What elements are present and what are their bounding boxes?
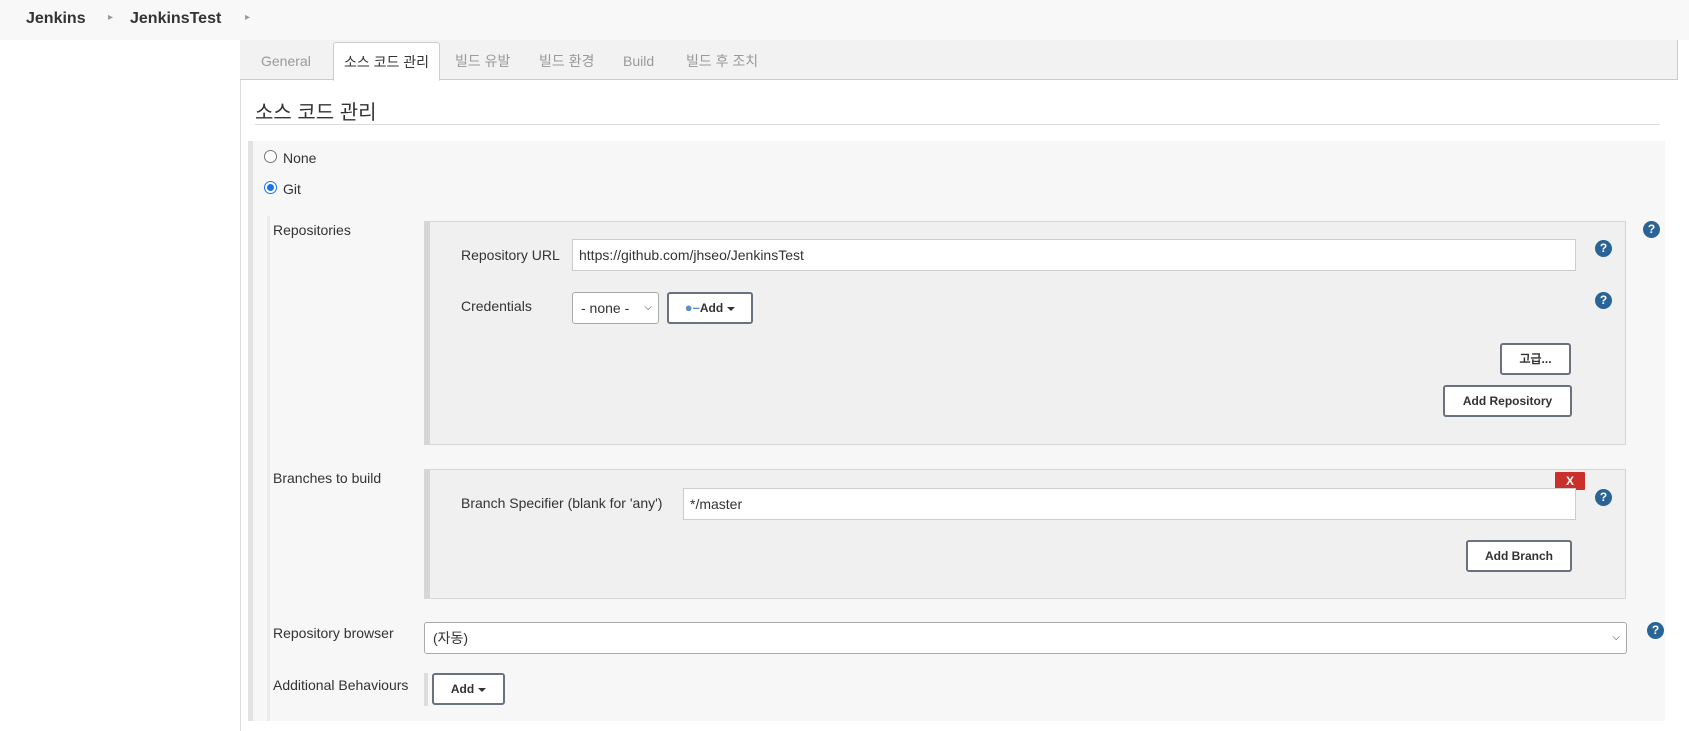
repositories-label: Repositories: [273, 222, 351, 238]
branches-label: Branches to build: [273, 470, 382, 486]
scm-git-radio[interactable]: [264, 181, 277, 194]
help-icon[interactable]: ?: [1595, 292, 1612, 309]
help-icon[interactable]: ?: [1595, 489, 1612, 506]
chevron-down-icon: ⌵: [1612, 632, 1620, 643]
repository-browser-value: (자동): [433, 630, 469, 646]
tab-general[interactable]: General: [251, 42, 321, 80]
behaviours-bar: [424, 673, 428, 706]
scm-none-radio[interactable]: [264, 150, 277, 163]
tab-build-triggers[interactable]: 빌드 유발: [445, 42, 520, 80]
additional-behaviours-label: Additional Behaviours: [273, 677, 409, 693]
scm-git-label[interactable]: Git: [283, 181, 301, 197]
behaviours-add-label: Add: [450, 682, 475, 696]
repository-browser-select[interactable]: (자동) ⌵: [424, 622, 1627, 654]
add-branch-button[interactable]: Add Branch: [1466, 540, 1572, 572]
repository-url-input[interactable]: https://github.com/jhseo/JenkinsTest: [572, 239, 1576, 271]
credentials-add-button[interactable]: ●–Add: [667, 292, 753, 324]
chevron-down-icon: ⌵: [644, 302, 652, 313]
chevron-right-icon[interactable]: ▸: [108, 12, 113, 23]
credentials-label: Credentials: [461, 298, 532, 314]
help-icon[interactable]: ?: [1647, 622, 1664, 639]
breadcrumb: Jenkins ▸ JenkinsTest ▸: [0, 0, 1689, 40]
add-repository-button[interactable]: Add Repository: [1443, 385, 1572, 417]
breadcrumb-jenkins[interactable]: Jenkins: [26, 10, 86, 28]
branch-specifier-label: Branch Specifier (blank for 'any'): [461, 495, 663, 511]
help-icon[interactable]: ?: [1595, 240, 1612, 257]
scm-none-label[interactable]: None: [283, 150, 316, 166]
repository-url-label: Repository URL: [461, 247, 560, 263]
advanced-button[interactable]: 고급...: [1500, 343, 1571, 375]
additional-behaviours-add-button[interactable]: Add: [432, 673, 505, 705]
credentials-add-label: Add: [699, 301, 724, 315]
section-title: 소스 코드 관리: [255, 102, 377, 124]
tab-scm[interactable]: 소스 코드 관리: [333, 42, 441, 81]
config-tabs: General 소스 코드 관리 빌드 유발 빌드 환경 Build 빌드 후 …: [240, 40, 1678, 81]
credentials-select-value: - none -: [581, 300, 630, 316]
section-divider: [255, 124, 1660, 125]
credentials-select[interactable]: - none - ⌵: [572, 292, 659, 324]
breadcrumb-job[interactable]: JenkinsTest: [130, 10, 221, 28]
help-icon[interactable]: ?: [1643, 221, 1660, 238]
tab-build[interactable]: Build: [613, 42, 664, 80]
caret-down-icon: [478, 687, 487, 692]
tab-post-build[interactable]: 빌드 후 조치: [676, 42, 768, 80]
repository-browser-label: Repository browser: [273, 625, 394, 641]
tab-build-environment[interactable]: 빌드 환경: [529, 42, 604, 80]
caret-down-icon: [727, 306, 736, 311]
key-icon: ●–: [684, 300, 700, 315]
chevron-right-icon[interactable]: ▸: [245, 12, 250, 23]
branch-specifier-input[interactable]: */master: [683, 488, 1576, 520]
